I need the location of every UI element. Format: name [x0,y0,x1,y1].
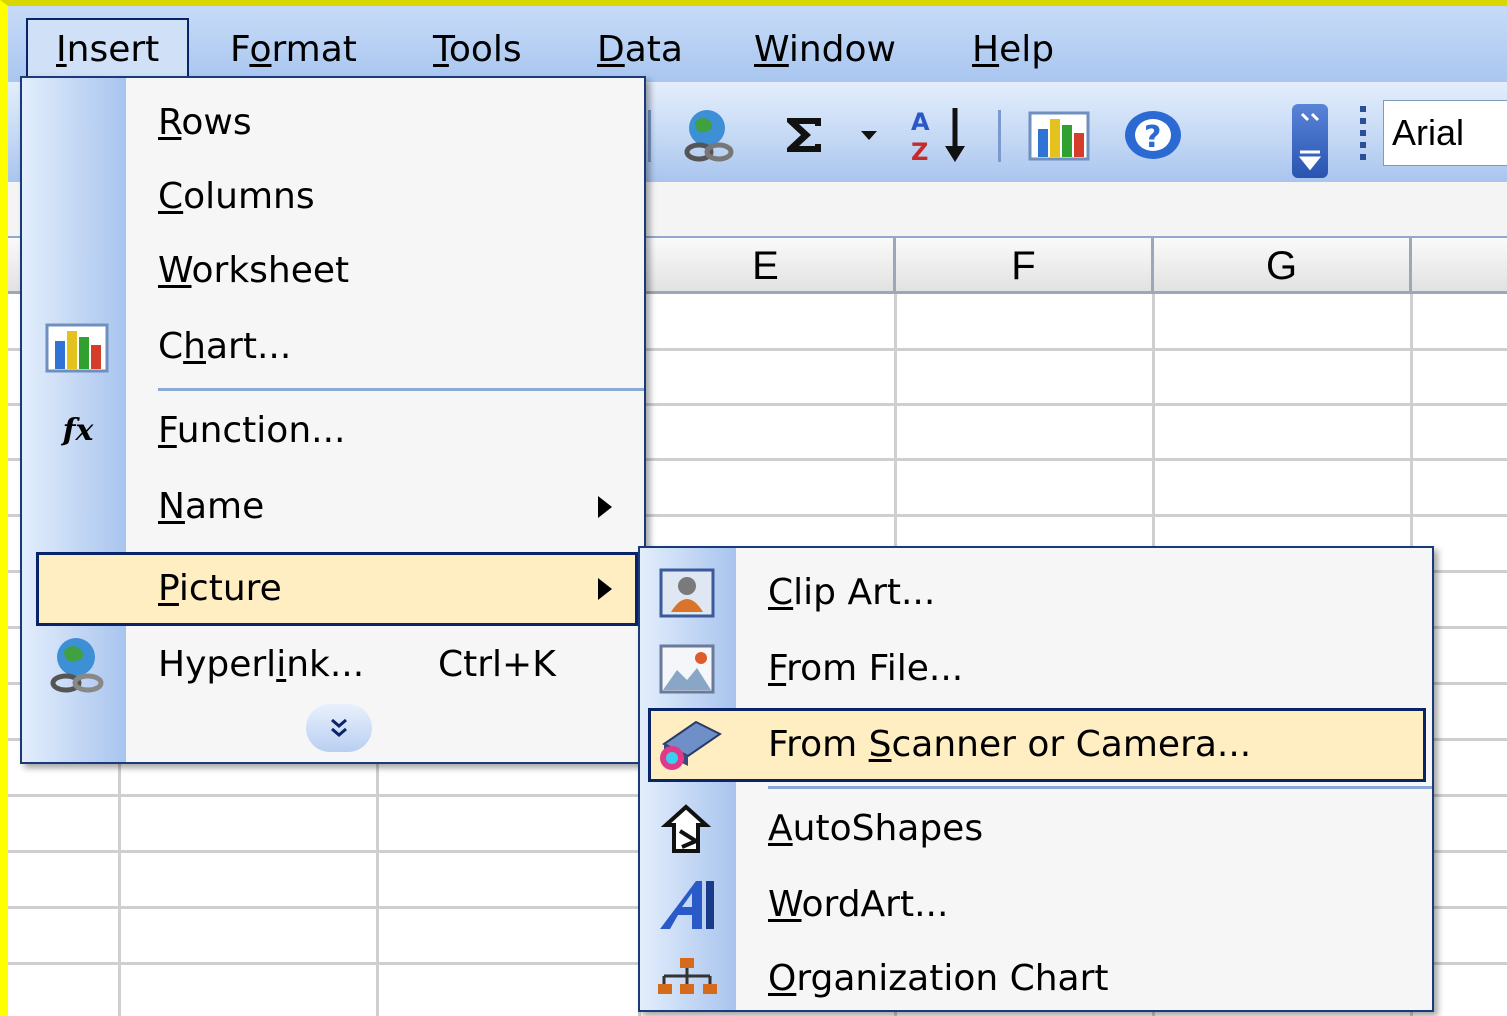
svg-text:A: A [911,108,930,136]
menu-window[interactable]: Window [726,20,924,80]
menu-item-wordart[interactable]: WordArt... [640,868,1432,942]
column-header-g[interactable]: G [1154,238,1412,294]
function-icon: fx [62,413,94,448]
expand-chevron-icon[interactable] [306,704,372,752]
menu-item-picture[interactable]: Picture [36,552,638,626]
from-file-icon [658,642,716,696]
scanner-icon [655,713,725,775]
menu-item-organization-chart[interactable]: Organization Chart [640,942,1432,1016]
menu-item-label: AutoShapes [768,808,984,849]
sort-ascending-icon[interactable]: AZ [904,104,976,166]
clip-art-icon [658,566,716,620]
menu-bar: Insert Format Tools Data Window Help [8,6,1507,82]
menu-insert-rest: nsert [66,29,160,70]
menu-item-label: Rows [158,102,252,143]
menu-item-label: Picture [158,568,282,609]
menu-tools[interactable]: Tools [405,20,550,80]
menu-item-from-file[interactable]: From File... [640,632,1432,706]
menu-item-label: From Scanner or Camera... [768,724,1252,765]
menu-item-label: Chart... [158,326,292,367]
menu-item-columns[interactable]: Columns [22,160,644,234]
menu-item-clip-art[interactable]: Clip Art... [640,556,1432,630]
column-header-f[interactable]: F [896,238,1154,294]
menu-data-mnemonic: D [597,29,625,70]
menu-item-hyperlink[interactable]: Hyperlink... Ctrl+K [22,628,644,702]
menu-tools-mnemonic: T [433,29,449,70]
menu-item-label: Organization Chart [768,958,1109,999]
toolbar-separator [998,110,1001,162]
menu-help-mnemonic: H [972,29,1000,70]
menu-item-shortcut: Ctrl+K [438,644,556,685]
hyperlink-icon [42,634,112,696]
menu-data[interactable]: Data [569,20,711,80]
menu-tools-rest: ools [448,29,522,70]
chart-icon [44,320,110,374]
menu-format[interactable]: Format [202,20,385,80]
menu-item-label: Name [158,486,265,527]
org-chart-icon [654,950,720,1008]
menu-item-function[interactable]: fx Function... [22,394,644,468]
toolbar-options-icon[interactable] [1292,104,1328,178]
menu-item-label: Columns [158,176,315,217]
menu-insert-mnemonic: I [56,29,67,70]
menu-data-rest: ata [624,29,683,70]
menu-item-name[interactable]: Name [22,470,644,544]
svg-text:Z: Z [911,138,928,166]
menu-item-label: Hyperlink... [158,644,365,685]
menu-separator [158,388,644,391]
menu-item-label: Function... [158,410,346,451]
autoshapes-icon [654,800,720,858]
chart-wizard-icon[interactable] [1022,104,1096,166]
menu-item-label: WordArt... [768,884,949,925]
menu-item-label: Clip Art... [768,572,936,613]
menu-window-rest: indow [788,29,896,70]
menu-item-autoshapes[interactable]: AutoShapes [640,792,1432,866]
toolbar-separator [648,110,651,162]
toolbar-grip[interactable] [1360,106,1366,166]
menu-help[interactable]: Help [944,20,1082,80]
svg-text:?: ? [1144,120,1161,155]
autosum-icon[interactable] [776,104,832,166]
submenu-arrow-icon [598,496,612,518]
menu-format-pre: F [230,29,250,70]
column-header-e[interactable]: E [638,238,896,294]
menu-format-mnemonic: o [249,29,272,70]
menu-separator [768,786,1432,789]
help-icon[interactable]: ? [1116,104,1190,166]
menu-item-label: From File... [768,648,964,689]
menu-item-from-scanner[interactable]: From Scanner or Camera... [648,708,1426,782]
menu-item-chart[interactable]: Chart... [22,310,644,384]
menu-item-label: Worksheet [158,250,350,291]
picture-submenu: Clip Art... From File... From Scanner or… [638,546,1434,1012]
wordart-icon [654,876,720,934]
submenu-arrow-icon [598,578,612,600]
menu-item-worksheet[interactable]: Worksheet [22,234,644,308]
menu-insert[interactable]: Insert [26,18,190,82]
menu-help-rest: elp [999,29,1055,70]
dropdown-arrow-icon[interactable] [854,104,884,166]
app-window: Insert Format Tools Data Window Help AZ … [0,0,1507,1016]
insert-menu: Rows Columns Worksheet Chart... fx Funct… [20,76,646,764]
menu-item-rows[interactable]: Rows [22,86,644,160]
menu-window-mnemonic: W [754,29,789,70]
insert-hyperlink-icon[interactable] [670,104,746,166]
menu-format-rest: rmat [271,29,357,70]
font-name-combo[interactable]: Arial [1383,100,1507,166]
